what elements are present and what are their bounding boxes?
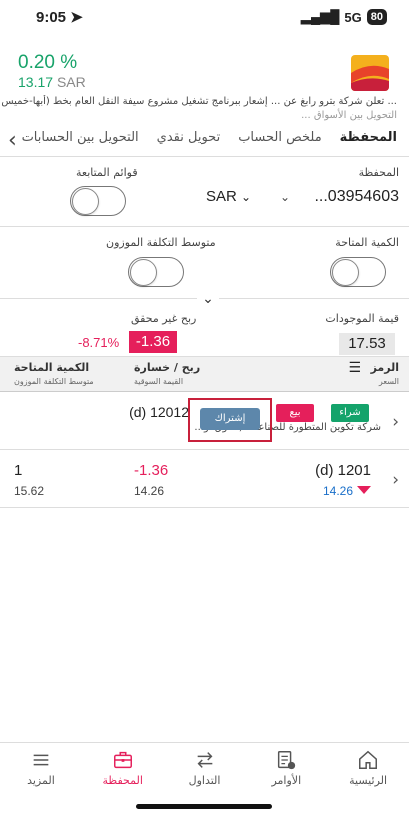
orders-icon	[278, 751, 296, 770]
subscribe-button[interactable]: إشتراك	[200, 408, 260, 430]
status-time: 9:05 ➤	[36, 9, 83, 26]
watchlists-label: قوائم المتابعة	[76, 166, 138, 179]
table-row[interactable]: › (d) 1201 14.26 -1.36 14.26 1 15.62	[0, 450, 409, 508]
unrealized-label: ربح غير محقق	[131, 312, 197, 325]
unrealized-percent: -8.71%	[78, 335, 120, 350]
sell-button[interactable]: بيع	[276, 404, 314, 422]
home-indicator	[136, 804, 272, 809]
change-percent: 0.20 %	[18, 52, 78, 73]
status-bar: 9:05 ➤ ▂▄▆█ 5G 80	[0, 0, 409, 34]
sort-menu-icon[interactable]: ☰	[348, 360, 361, 376]
col-qty-sub: متوسط التكلفة الموزون	[14, 377, 94, 386]
bottom-nav: الرئيسية الأوامر التداول المحفظة المزيد	[0, 742, 409, 794]
row-market-value: 14.26	[134, 484, 165, 498]
available-qty-label: الكمية المتاحة	[335, 236, 399, 249]
tab-market-transfer[interactable]: التحويل بين الحسابات	[22, 130, 139, 154]
network-label: 5G	[344, 9, 362, 25]
chevron-right-icon[interactable]: ›	[392, 470, 399, 490]
holdings-value: 17.53	[339, 333, 395, 355]
col-pl[interactable]: ربح / خسارة	[134, 361, 200, 374]
unrealized-value: -1.36	[129, 331, 177, 353]
account-chevron-down-icon[interactable]: ⌄	[280, 190, 290, 204]
brand-logo-icon[interactable]	[351, 55, 389, 91]
divider	[0, 226, 409, 227]
chevron-down-icon[interactable]: ⌄	[197, 291, 219, 307]
chevron-left-icon[interactable]: ‹	[8, 128, 17, 153]
row-symbol: (d) 1201	[315, 462, 371, 479]
status-indicators: ▂▄▆█ 5G 80	[301, 9, 387, 25]
holdings-value-label: قيمة الموجودات	[325, 312, 399, 325]
nav-trading[interactable]: التداول	[164, 743, 246, 794]
index-price: 13.17 SAR	[18, 74, 86, 90]
nav-orders-label: الأوامر	[271, 774, 302, 787]
nav-home[interactable]: الرئيسية	[327, 743, 409, 794]
holdings-table-header: الرمز ☰ السعر ربح / خسارة القيمة السوقية…	[0, 356, 409, 392]
news-ticker[interactable]: ... تعلن شركة بترو رابغ عن ... إشعار ببر…	[0, 95, 409, 123]
row-symbol: (d) 12012	[129, 404, 189, 420]
col-symbol[interactable]: الرمز	[371, 361, 399, 374]
nav-portfolio-label: المحفظة	[102, 774, 143, 787]
subscribe-highlight: إشتراك	[188, 398, 272, 442]
account-number[interactable]: ...03954603	[314, 188, 399, 206]
avg-cost-label: متوسط التكلفة الموزون	[106, 236, 216, 249]
nav-orders[interactable]: الأوامر	[245, 743, 327, 794]
tab-account-summary[interactable]: ملخص الحساب	[238, 130, 321, 154]
row-price: 14.26	[322, 484, 353, 498]
tab-cash-transfer[interactable]: تحويل نقدي	[157, 130, 221, 154]
nav-portfolio[interactable]: المحفظة	[82, 743, 164, 794]
menu-icon	[33, 754, 49, 766]
market-header: 0.20 % 13.17 SAR	[0, 50, 409, 92]
divider	[0, 156, 409, 157]
signal-icon: ▂▄▆█	[300, 9, 340, 24]
price-down-icon	[357, 486, 371, 494]
portfolio-tabs: المحفظة ملخص الحساب تحويل نقدي التحويل ب…	[0, 130, 409, 154]
row-avg-cost: 15.62	[14, 484, 45, 498]
chevron-right-icon[interactable]: ›	[392, 412, 399, 432]
col-pl-sub: القيمة السوقية	[134, 377, 184, 386]
nav-trading-label: التداول	[188, 774, 221, 787]
nav-more-label: المزيد	[27, 774, 55, 787]
buy-button[interactable]: شراء	[331, 404, 369, 422]
battery-icon: 80	[366, 9, 387, 25]
available-qty-toggle[interactable]	[330, 257, 386, 287]
col-symbol-sub: السعر	[378, 377, 399, 386]
home-icon	[359, 750, 378, 769]
row-pl: -1.36	[134, 462, 169, 479]
account-label: المحفظة	[358, 166, 399, 179]
col-qty[interactable]: الكمية المتاحة	[14, 361, 89, 374]
watchlists-toggle[interactable]	[70, 186, 126, 216]
nav-home-label: الرئيسية	[349, 774, 388, 787]
tab-portfolio[interactable]: المحفظة	[340, 130, 397, 154]
avg-cost-toggle[interactable]	[128, 257, 184, 287]
briefcase-icon	[113, 751, 132, 769]
swap-arrows-icon	[197, 752, 212, 768]
row-qty: 1	[14, 462, 23, 479]
currency-select[interactable]: SAR ⌄	[206, 188, 251, 205]
nav-more[interactable]: المزيد	[0, 743, 82, 794]
